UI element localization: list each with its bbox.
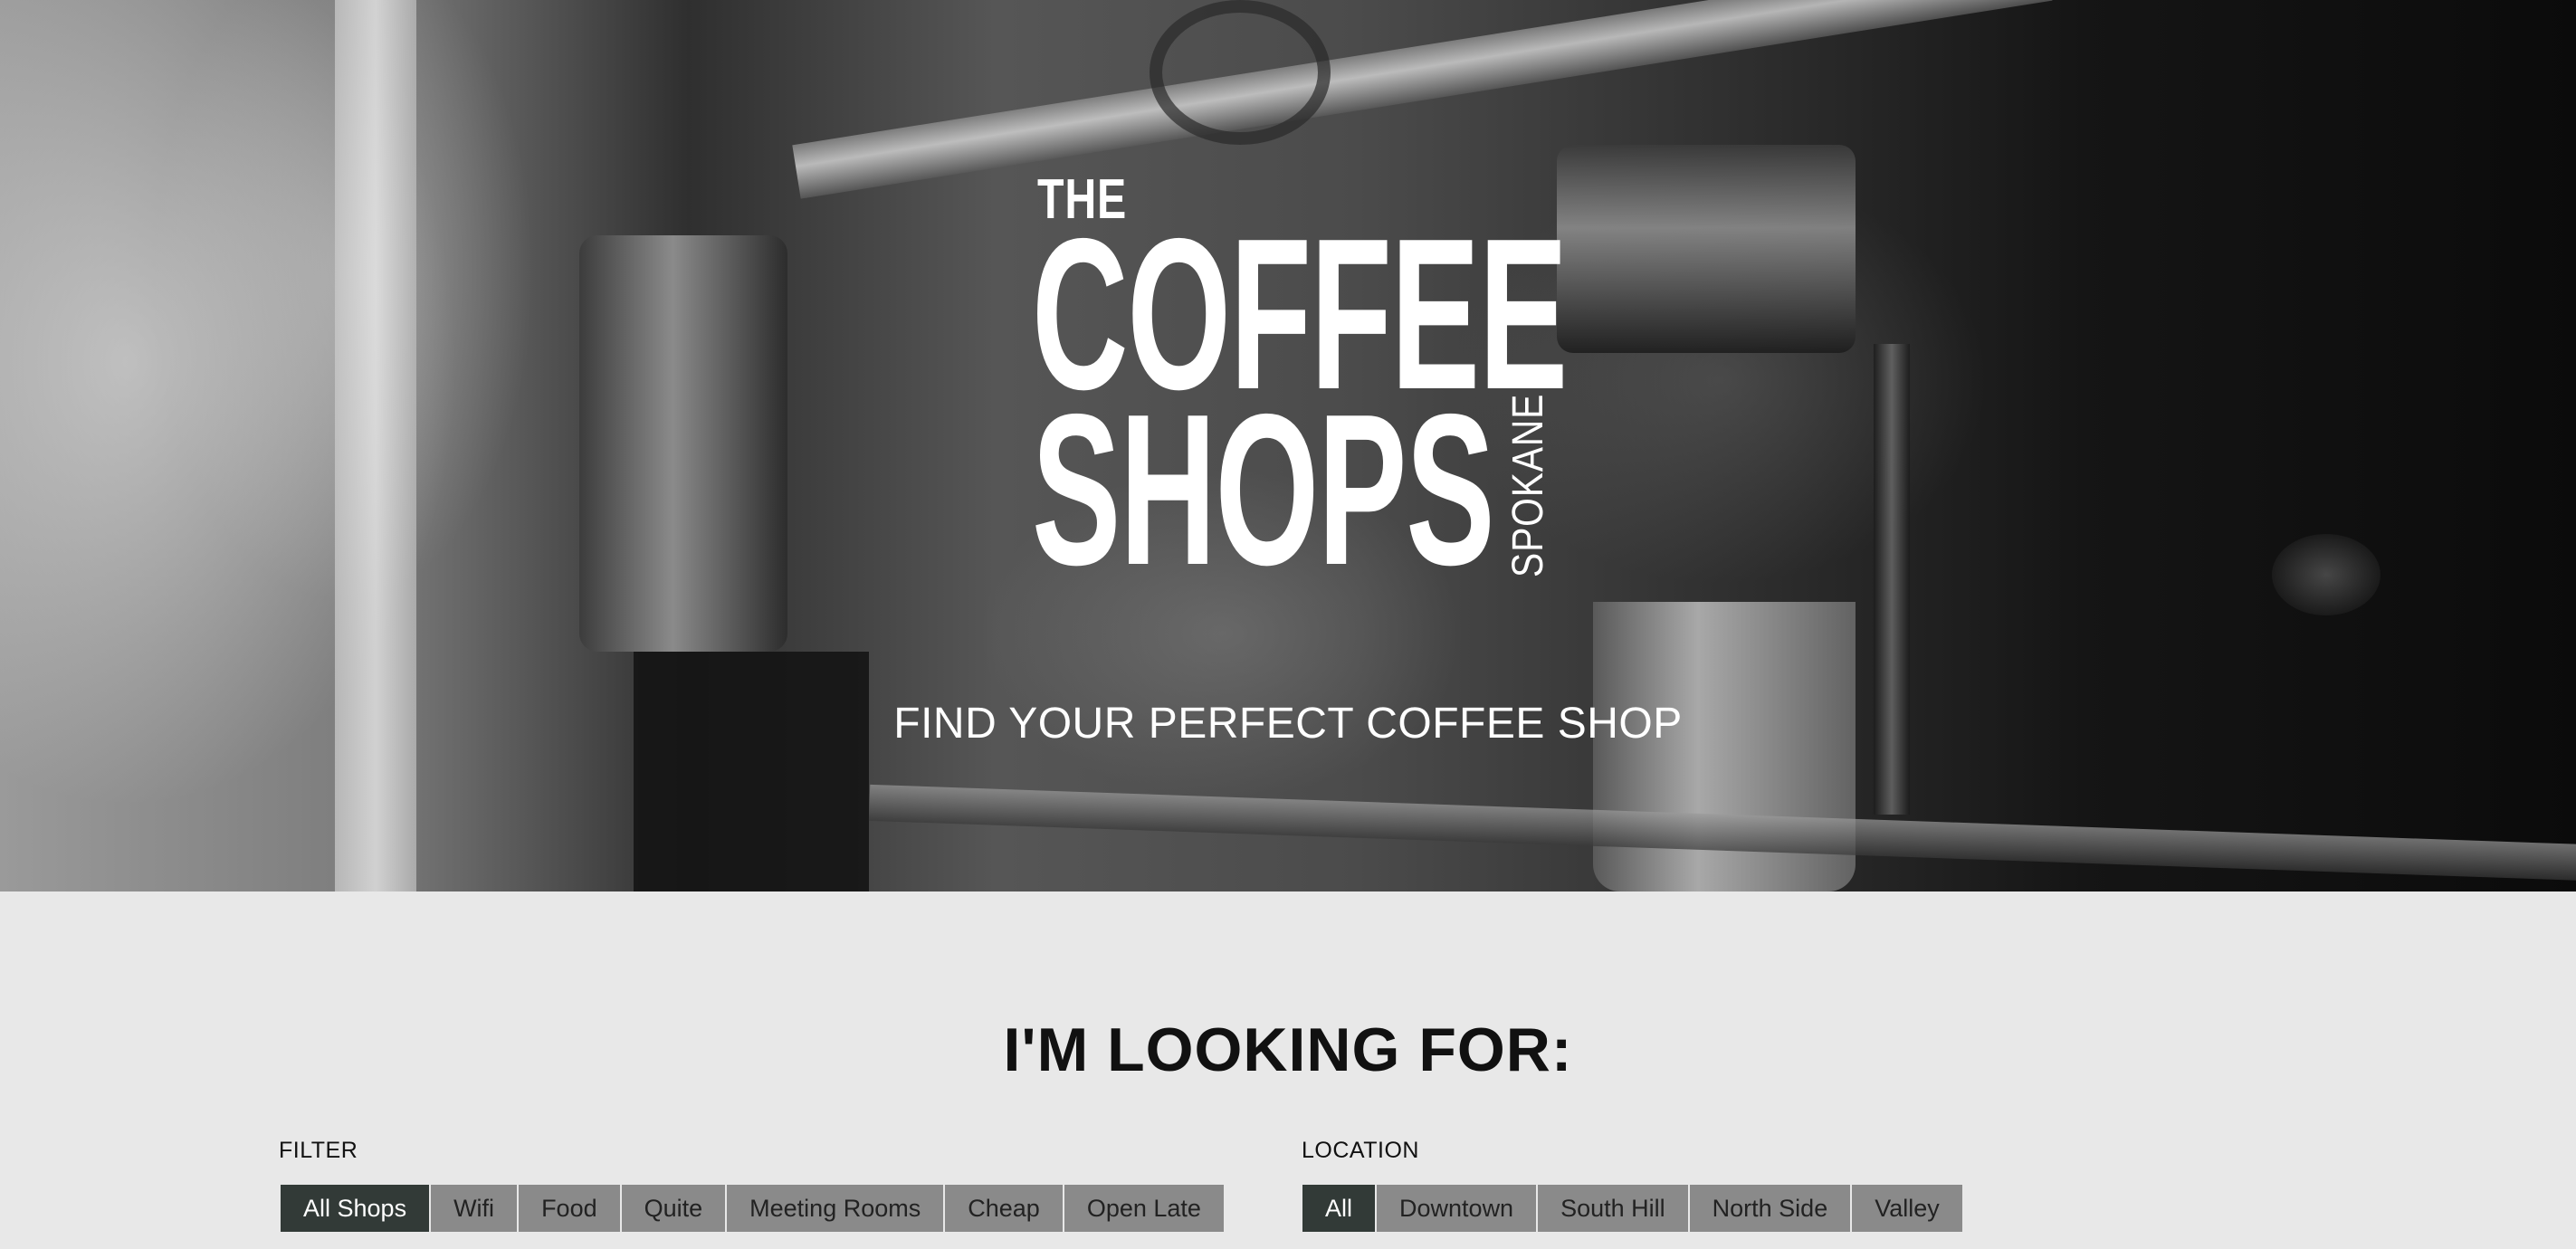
location-button-group: All Downtown South Hill North Side Valle… — [1302, 1185, 1962, 1232]
location-button-all[interactable]: All — [1302, 1185, 1378, 1232]
background-photo-detail — [1557, 145, 1856, 353]
background-photo-detail — [1150, 0, 1331, 145]
filter-button-wifi[interactable]: Wifi — [431, 1185, 520, 1232]
background-photo-detail — [2272, 534, 2380, 615]
location-button-south-hill[interactable]: South Hill — [1538, 1185, 1690, 1232]
background-photo-detail — [335, 0, 416, 891]
background-photo-detail — [579, 235, 787, 652]
background-photo-detail — [792, 0, 2053, 199]
logo-line-shops: SHOPS — [1032, 370, 1495, 610]
filter-button-food[interactable]: Food — [519, 1185, 622, 1232]
site-logo[interactable]: THE COFFEE SHOPS SPOKANE — [1023, 172, 1584, 610]
location-button-downtown[interactable]: Downtown — [1377, 1185, 1539, 1232]
filter-button-meeting-rooms[interactable]: Meeting Rooms — [727, 1185, 946, 1232]
filter-label: FILTER — [279, 1138, 358, 1163]
filter-button-quite[interactable]: Quite — [621, 1185, 728, 1232]
search-heading: I'M LOOKING FOR: — [1003, 1015, 1573, 1084]
hero-banner: THE COFFEE SHOPS SPOKANE FIND YOUR PERFE… — [0, 0, 2576, 891]
location-label: LOCATION — [1302, 1138, 1419, 1163]
filter-button-group: All Shops Wifi Food Quite Meeting Rooms … — [281, 1185, 1224, 1232]
location-button-north-side[interactable]: North Side — [1689, 1185, 1853, 1232]
logo-city: SPOKANE — [1504, 393, 1552, 577]
location-button-valley[interactable]: Valley — [1852, 1185, 1962, 1232]
filter-button-all-shops[interactable]: All Shops — [281, 1185, 432, 1232]
hero-tagline: FIND YOUR PERFECT COFFEE SHOP — [893, 700, 1683, 748]
filter-button-open-late[interactable]: Open Late — [1064, 1185, 1224, 1232]
filter-button-cheap[interactable]: Cheap — [945, 1185, 1064, 1232]
background-photo-detail — [634, 652, 869, 891]
